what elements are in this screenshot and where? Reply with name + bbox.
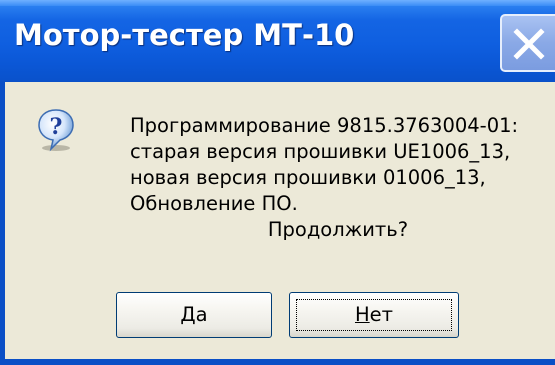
- svg-text:?: ?: [50, 114, 63, 140]
- yes-label: а: [195, 303, 208, 326]
- no-button[interactable]: Нет: [289, 292, 459, 338]
- window-frame-bottom: [0, 359, 555, 365]
- window-title: Мотор-тестер МТ-10: [14, 18, 355, 52]
- message-line: старая версия прошивки UE1006_13,: [130, 140, 511, 163]
- yes-button[interactable]: Да: [116, 292, 272, 338]
- no-label: ет: [369, 303, 394, 326]
- no-accelerator: Н: [354, 303, 370, 326]
- message-line: новая версия прошивки 01006_13,: [130, 166, 486, 189]
- message-line: Программирование 9815.3763004-01:: [130, 114, 519, 137]
- dialog-window: Мотор-тестер МТ-10 ? Программирование 98…: [0, 0, 555, 365]
- dialog-prompt: Продолжить?: [267, 218, 409, 241]
- close-button[interactable]: [500, 14, 555, 72]
- yes-accelerator: Д: [180, 303, 196, 326]
- title-bar[interactable]: Мотор-тестер МТ-10: [0, 0, 555, 82]
- window-frame-left: [0, 82, 5, 365]
- dialog-message: Программирование 9815.3763004-01: старая…: [130, 113, 546, 243]
- close-icon: [513, 28, 545, 60]
- message-line: Обновление ПО.: [130, 192, 298, 215]
- question-icon: ?: [38, 109, 74, 152]
